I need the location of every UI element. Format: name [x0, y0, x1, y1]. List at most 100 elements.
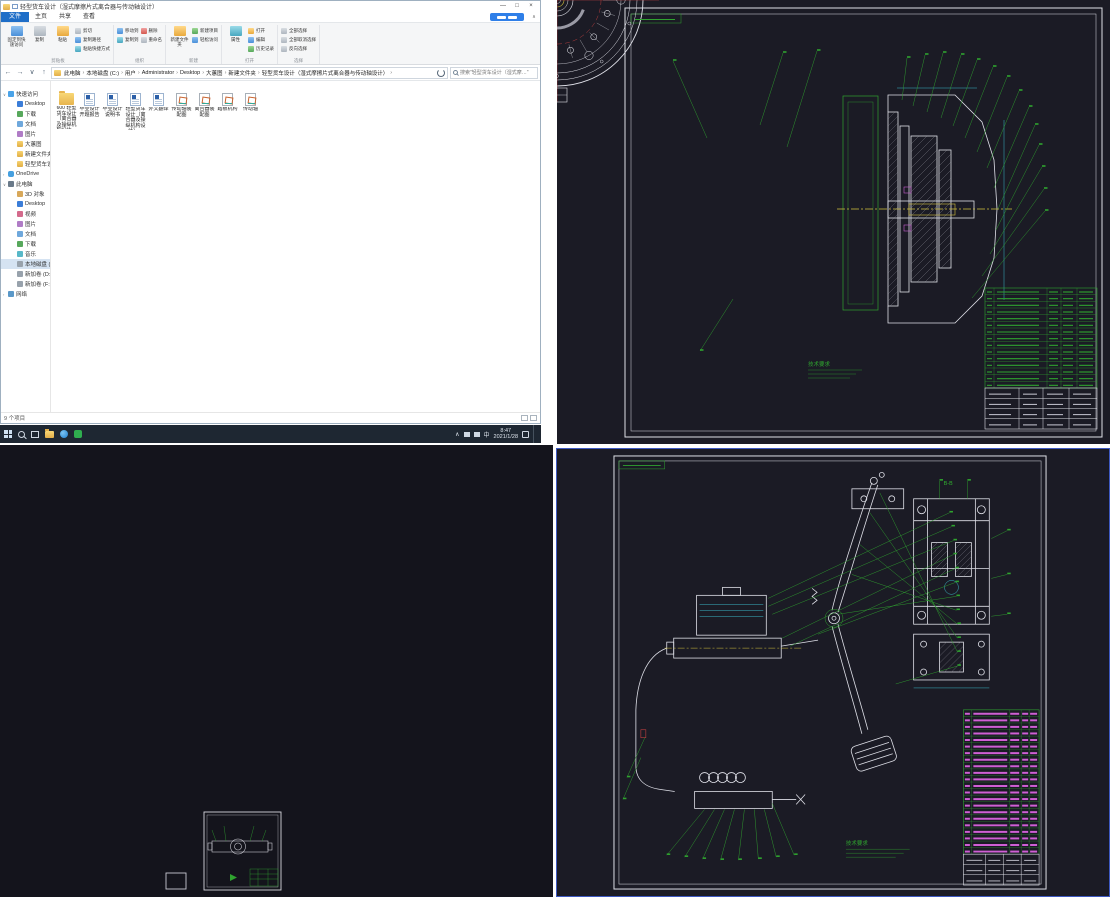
- show-desktop-button[interactable]: [533, 425, 535, 443]
- history-button[interactable]: 历史记录: [248, 45, 274, 52]
- tab-home[interactable]: 主页: [29, 12, 53, 22]
- nav-item[interactable]: 轻型货车设计文件: [1, 159, 50, 169]
- easy-access-button[interactable]: 轻松访问: [192, 36, 218, 43]
- ribbon-group-open: 属性 打开 编辑 历史记录 打开: [222, 25, 278, 64]
- task-view-icon[interactable]: [31, 430, 39, 438]
- move-to-button[interactable]: 移动到: [117, 27, 139, 34]
- action-center-icon[interactable]: [522, 430, 529, 438]
- clock-time: 8:47: [500, 427, 512, 434]
- taskbar-cad-app-icon[interactable]: [74, 430, 82, 438]
- pin-to-quick-access-button[interactable]: 固定到快速访问: [6, 25, 27, 47]
- properties-button[interactable]: 属性: [225, 25, 246, 47]
- nav-item[interactable]: 视频: [1, 209, 50, 219]
- start-button[interactable]: [4, 430, 12, 438]
- paste-button[interactable]: 粘贴: [52, 25, 73, 47]
- quick-access-toolbar-icon[interactable]: [12, 4, 18, 9]
- taskbar-search-icon[interactable]: [18, 430, 25, 438]
- clock-date: 2021/1/28: [493, 434, 518, 440]
- file-item[interactable]: 轻型货车设计（离合器及操纵机构设计）…: [124, 93, 147, 130]
- select-all-button[interactable]: 全部选择: [281, 27, 316, 34]
- file-item[interactable]: 600 轻型货车设计（离合器及操纵机构设计…: [55, 91, 78, 130]
- up-button[interactable]: ↑: [39, 67, 49, 79]
- nav-item[interactable]: Desktop: [1, 199, 50, 209]
- clutch-drawing-canvas: 技术要求: [557, 0, 1110, 444]
- nav-item-icon: [17, 141, 23, 147]
- edit-button[interactable]: 编辑: [248, 36, 274, 43]
- select-none-button[interactable]: 全部取消选择: [281, 36, 316, 43]
- file-item[interactable]: 外文翻译: [147, 93, 170, 130]
- refresh-icon[interactable]: [437, 68, 445, 77]
- nav-item[interactable]: 图片: [1, 129, 50, 139]
- collapse-ribbon-icon[interactable]: ∧: [528, 14, 540, 20]
- invert-selection-button[interactable]: 反向选择: [281, 45, 316, 52]
- nav-item[interactable]: 3D 对象: [1, 189, 50, 199]
- copy-path-button[interactable]: 复制路径: [75, 36, 110, 43]
- network-icon[interactable]: [463, 431, 470, 437]
- nav-item[interactable]: 文档: [1, 229, 50, 239]
- tray-overflow-icon[interactable]: ∧: [455, 431, 459, 438]
- breadcrumb-segment[interactable]: 本地磁盘 (C:): [85, 69, 120, 77]
- taskbar-file-explorer-icon[interactable]: [45, 428, 54, 438]
- nav-item[interactable]: ∨ 快速访问: [1, 89, 50, 99]
- file-item[interactable]: 踏板机构: [216, 93, 239, 130]
- thumbnails-view-icon[interactable]: [530, 415, 537, 421]
- paste-shortcut-button[interactable]: 粘贴快捷方式: [75, 45, 110, 52]
- back-button[interactable]: ←: [3, 67, 13, 79]
- nav-item[interactable]: ∨ 此电脑: [1, 179, 50, 189]
- nav-item[interactable]: 大蕙图: [1, 139, 50, 149]
- breadcrumb-segment[interactable]: 此电脑: [63, 69, 82, 77]
- tab-view[interactable]: 查看: [77, 12, 101, 22]
- file-item[interactable]: 离合器装配图: [193, 93, 216, 130]
- breadcrumb-segment[interactable]: 大蕙图: [205, 69, 224, 77]
- forward-button[interactable]: →: [15, 67, 25, 79]
- breadcrumb-segment[interactable]: Desktop: [179, 70, 201, 76]
- taskbar-browser-icon[interactable]: [60, 430, 68, 438]
- nav-item[interactable]: › OneDrive: [1, 169, 50, 179]
- open-button[interactable]: 打开: [248, 27, 274, 34]
- nav-item[interactable]: 新加卷 (F:): [1, 279, 50, 289]
- nav-item[interactable]: › 网络: [1, 289, 50, 299]
- volume-icon[interactable]: [473, 431, 480, 437]
- nav-item[interactable]: 本地磁盘 (C:): [1, 259, 50, 269]
- cloud-badge-button[interactable]: [490, 13, 524, 21]
- file-item[interactable]: 毕业设计开题报告: [78, 93, 101, 130]
- breadcrumb-segment[interactable]: 新建文件夹: [227, 69, 257, 77]
- minimize-button[interactable]: —: [496, 1, 510, 12]
- taskbar-clock[interactable]: 8:47 2021/1/28: [494, 428, 518, 441]
- nav-item[interactable]: 文档: [1, 119, 50, 129]
- new-item-button[interactable]: 新建项目: [192, 27, 218, 34]
- file-item[interactable]: 传动轴装配图: [170, 93, 193, 130]
- file-item[interactable]: 毕业设计说明书: [101, 93, 124, 130]
- breadcrumb-separator-icon: ›: [390, 69, 393, 76]
- details-view-icon[interactable]: [521, 415, 528, 421]
- nav-item[interactable]: 新加卷 (D:): [1, 269, 50, 279]
- close-button[interactable]: ×: [524, 1, 538, 12]
- delete-button[interactable]: 删除: [140, 27, 163, 34]
- new-folder-button[interactable]: 新建文件夹: [169, 25, 190, 47]
- copy-button[interactable]: 复制: [29, 25, 50, 47]
- address-bar[interactable]: 此电脑 › 本地磁盘 (C:) › 用户 › Administrator › D…: [51, 66, 448, 79]
- nav-item[interactable]: Desktop: [1, 99, 50, 109]
- item-count: 9 个项目: [4, 416, 26, 422]
- copy-to-button[interactable]: 复制到: [117, 36, 139, 43]
- nav-item-icon: [17, 241, 23, 247]
- breadcrumb-segment[interactable]: Administrator: [141, 70, 175, 76]
- rename-button[interactable]: 重命名: [140, 36, 162, 43]
- maximize-button[interactable]: □: [510, 1, 524, 12]
- nav-item[interactable]: 下载: [1, 239, 50, 249]
- nav-item[interactable]: 音乐: [1, 249, 50, 259]
- breadcrumb-segment[interactable]: 用户: [124, 69, 137, 77]
- search-box[interactable]: 搜索"轻型货车设计（湿式摩…": [450, 66, 538, 79]
- tab-share[interactable]: 共享: [53, 12, 77, 22]
- file-item[interactable]: 传动轴: [239, 93, 262, 130]
- input-language-indicator[interactable]: 中: [484, 430, 490, 439]
- recent-locations-icon[interactable]: ∨: [27, 67, 37, 79]
- breadcrumb-segment[interactable]: 轻型货车设计（湿式摩擦片式离合器与传动轴设计）: [261, 69, 390, 77]
- cut-button[interactable]: 剪切: [75, 27, 110, 34]
- nav-item[interactable]: 下载: [1, 109, 50, 119]
- nav-item[interactable]: 图片: [1, 219, 50, 229]
- nav-item[interactable]: 新建文件夹: [1, 149, 50, 159]
- tab-file[interactable]: 文件: [1, 12, 30, 22]
- nav-item-icon: [17, 191, 23, 197]
- copy-icon: [33, 26, 46, 36]
